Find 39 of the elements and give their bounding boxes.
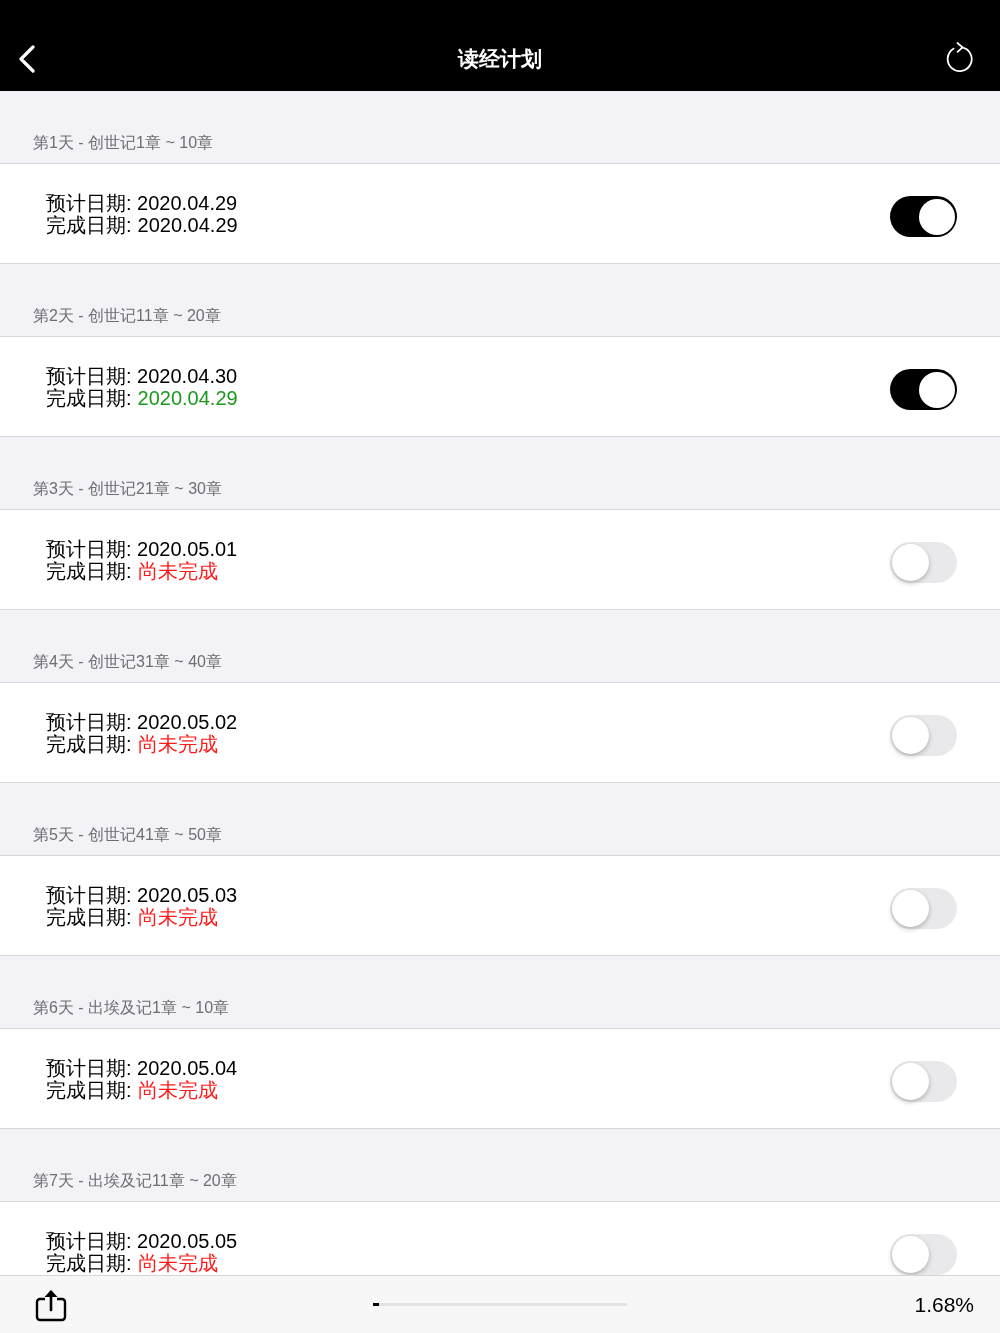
- completion-label: 完成日期:: [46, 213, 132, 236]
- section-heading: 第1天 - 创世记1章 ~ 10章: [33, 133, 214, 153]
- completion-label: 完成日期:: [46, 732, 132, 755]
- completion-date: 尚未完成: [137, 732, 218, 755]
- completion-label: 完成日期:: [46, 905, 132, 928]
- toggle-switch[interactable]: [890, 1234, 957, 1275]
- completion-date: 2020.04.29: [137, 386, 238, 409]
- section-heading: 第7天 - 出埃及记11章 ~ 20章: [33, 1171, 237, 1191]
- planned-date-text: 预计日期: 2020.05.02: [46, 710, 238, 733]
- planned-date-text: 预计日期: 2020.05.04: [46, 1056, 238, 1079]
- progress-percentage: 1.68%: [914, 1291, 974, 1318]
- screen-title: 读经计划: [458, 46, 542, 72]
- section-heading: 第6天 - 出埃及记1章 ~ 10章: [33, 998, 230, 1018]
- completion-date: 尚未完成: [137, 905, 218, 928]
- completion-date: 尚未完成: [137, 1251, 218, 1274]
- completion-label: 完成日期:: [46, 1078, 132, 1101]
- completion-date: 2020.04.29: [137, 213, 238, 236]
- completion-date: 尚未完成: [137, 559, 218, 582]
- completion-date: 尚未完成: [137, 1078, 218, 1101]
- back-icon[interactable]: [18, 45, 36, 73]
- section-heading: 第3天 - 创世记21章 ~ 30章: [33, 479, 222, 499]
- toggle-switch[interactable]: [890, 888, 957, 929]
- toggle-switch[interactable]: [890, 715, 957, 756]
- planned-date-text: 预计日期: 2020.05.01: [46, 537, 238, 560]
- completion-label: 完成日期:: [46, 559, 132, 582]
- planned-date-text: 预计日期: 2020.04.30: [46, 364, 238, 387]
- planned-date-text: 预计日期: 2020.05.03: [46, 883, 238, 906]
- refresh-icon[interactable]: [945, 42, 973, 73]
- section-heading: 第2天 - 创世记11章 ~ 20章: [33, 306, 221, 326]
- planned-date-text: 预计日期: 2020.04.29: [46, 191, 238, 214]
- toggle-switch[interactable]: [890, 196, 957, 237]
- completion-label: 完成日期:: [46, 1251, 132, 1274]
- section-heading: 第5天 - 创世记41章 ~ 50章: [33, 825, 222, 845]
- toggle-switch[interactable]: [890, 369, 957, 410]
- toggle-switch[interactable]: [890, 1061, 957, 1102]
- completion-label: 完成日期:: [46, 386, 132, 409]
- toggle-switch[interactable]: [890, 542, 957, 583]
- section-heading: 第4天 - 创世记31章 ~ 40章: [33, 652, 222, 672]
- planned-date-text: 预计日期: 2020.05.05: [46, 1229, 238, 1252]
